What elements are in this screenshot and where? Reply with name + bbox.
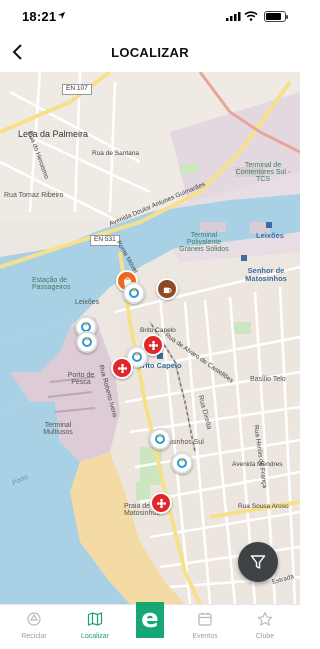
status-bar: 18:21 bbox=[0, 0, 300, 34]
cellular-signal-icon bbox=[226, 12, 241, 21]
map-label-rua-sousa-aroso: Rua Sousa Aroso bbox=[238, 503, 289, 510]
nav-item-eventos[interactable]: Eventos bbox=[177, 611, 233, 640]
calendar-icon bbox=[198, 612, 212, 626]
nav-label-clube: Clube bbox=[255, 633, 275, 640]
recycle-point-icon bbox=[129, 288, 139, 298]
bottom-nav: Reciclar Localizar e Eventos Clube bbox=[0, 602, 300, 649]
map-label-terminal-contentores: Terminal de Contentores Sul - TCS bbox=[235, 162, 291, 183]
flower-icon bbox=[117, 363, 127, 373]
map-marker-red[interactable] bbox=[150, 492, 172, 514]
app-logo-icon: e bbox=[141, 604, 159, 634]
map-label-basilio: Basílio Telo bbox=[250, 376, 286, 383]
map-marker-recycle[interactable] bbox=[149, 428, 171, 450]
location-arrow-icon bbox=[57, 11, 66, 20]
filter-icon bbox=[250, 555, 266, 569]
flower-icon bbox=[156, 498, 166, 508]
recycle-point-icon bbox=[132, 352, 142, 362]
map-label-estacao: Estação de Passageiros bbox=[32, 277, 71, 291]
map-label-terminal-polivalente: Terminal Polivalente Graneis Solidos bbox=[179, 232, 229, 253]
map-marker-recycle[interactable] bbox=[171, 452, 193, 474]
battery-icon bbox=[264, 11, 288, 22]
status-time: 18:21 bbox=[22, 9, 57, 24]
map-marker-recycle[interactable] bbox=[123, 282, 145, 304]
cup-icon bbox=[163, 287, 172, 293]
wifi-icon bbox=[244, 11, 258, 21]
map-icon bbox=[87, 612, 103, 626]
map-view[interactable]: EN 107 EN 531 Leça da Palmeira Avenida D… bbox=[0, 72, 300, 604]
page-title: LOCALIZAR bbox=[111, 45, 189, 60]
nav-item-home-logo[interactable]: e bbox=[136, 602, 164, 638]
star-icon bbox=[257, 611, 273, 626]
map-label-leixoes-station: Leixões bbox=[256, 231, 284, 240]
map-label-rua-santana: Rua de Santana bbox=[92, 150, 139, 157]
recycle-point-icon bbox=[155, 434, 165, 444]
app-screen: 18:21 LOCALIZAR EN 107 EN 531 Leça da Pa… bbox=[0, 0, 300, 649]
app-header: LOCALIZAR bbox=[0, 34, 300, 72]
map-label-terminal-multiusos: Terminal Multiusos bbox=[43, 422, 73, 436]
nav-label-localizar: Localizar bbox=[80, 633, 109, 640]
map-label-porto-pesca: Porto de Pesca bbox=[67, 372, 95, 386]
nav-label-eventos: Eventos bbox=[192, 633, 218, 640]
map-marker-brown[interactable] bbox=[156, 278, 178, 300]
nav-item-localizar[interactable]: Localizar bbox=[67, 611, 123, 640]
recycle-point-icon bbox=[82, 337, 92, 347]
recycle-icon bbox=[27, 612, 41, 626]
nav-item-reciclar[interactable]: Reciclar bbox=[6, 611, 62, 640]
nav-item-clube[interactable]: Clube bbox=[237, 611, 293, 640]
flower-icon bbox=[148, 340, 158, 350]
recycle-point-icon bbox=[177, 458, 187, 468]
nav-label-reciclar: Reciclar bbox=[21, 633, 47, 640]
road-shield-en107: EN 107 bbox=[62, 84, 92, 95]
map-label-leixoes: Leixões bbox=[75, 299, 100, 306]
filter-button[interactable] bbox=[238, 542, 278, 582]
map-marker-recycle[interactable] bbox=[76, 331, 98, 353]
map-marker-red[interactable] bbox=[111, 357, 133, 379]
map-label-rua-tomaz: Rua Tomaz Ribeiro bbox=[4, 192, 64, 199]
map-label-senhor-matosinhos: Senhor de Matosinhos bbox=[245, 266, 287, 283]
